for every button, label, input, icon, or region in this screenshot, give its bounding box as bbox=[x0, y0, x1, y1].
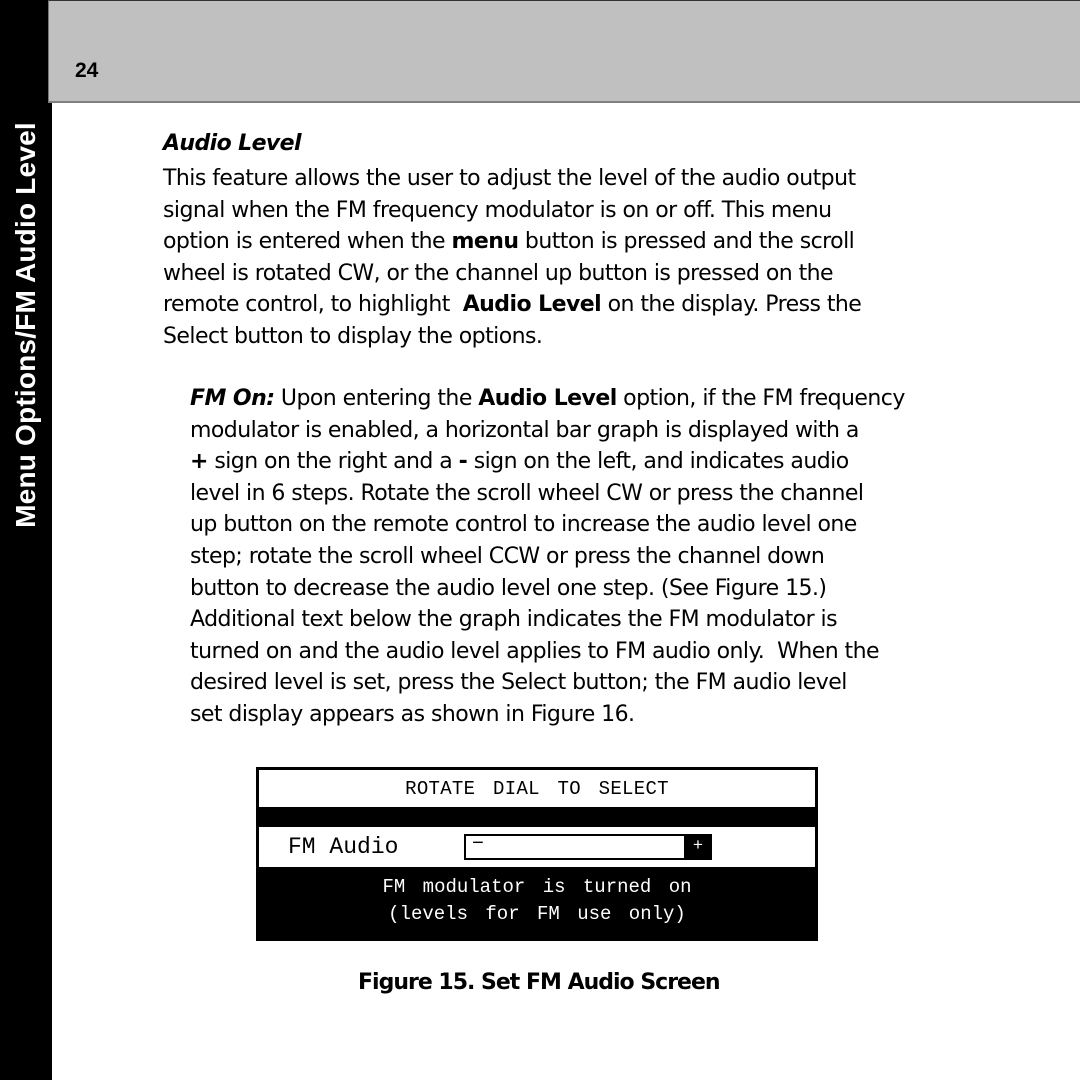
text-run: signal when the FM frequency modulator i… bbox=[163, 197, 832, 223]
text-run: modulator is enabled, a horizontal bar g… bbox=[190, 417, 859, 443]
section-title: Audio Level bbox=[163, 131, 302, 156]
text-run: button is pressed and the scroll bbox=[518, 229, 855, 255]
lcd-status: FM modulator is turned on (levels for FM… bbox=[256, 874, 818, 928]
text-line: option is entered when the menu button i… bbox=[163, 226, 963, 258]
text-line: step; rotate the scroll wheel CCW or pre… bbox=[190, 541, 985, 573]
text-line: FM On: Upon entering the Audio Level opt… bbox=[190, 383, 985, 415]
bold-term: menu bbox=[451, 229, 519, 255]
text-line: button to decrease the audio level one s… bbox=[190, 573, 985, 605]
text-run: option, if the FM frequency bbox=[616, 386, 905, 411]
audio-level-track: − bbox=[466, 833, 684, 858]
text-run: remote control, to highlight bbox=[163, 292, 463, 318]
lcd-status-line-1: FM modulator is turned on bbox=[382, 876, 692, 898]
text-line: desired level is set, press the Select b… bbox=[190, 667, 985, 699]
text-run: Upon entering the bbox=[274, 386, 479, 411]
bold-term: + bbox=[190, 449, 208, 475]
page-number: 24 bbox=[75, 59, 99, 82]
text-run: desired level is set, press the Select b… bbox=[190, 670, 847, 696]
text-line: Select button to display the options. bbox=[163, 321, 963, 353]
text-run: button to decrease the audio level one s… bbox=[190, 575, 827, 601]
text-run: Select button to display the options. bbox=[163, 323, 543, 349]
text-line: up button on the remote control to incre… bbox=[190, 509, 985, 541]
plus-icon: + bbox=[692, 837, 704, 856]
text-run: level in 6 steps. Rotate the scroll whee… bbox=[190, 480, 864, 506]
text-run: This feature allows the user to adjust t… bbox=[163, 166, 856, 191]
bold-italic-term: FM On: bbox=[190, 386, 275, 411]
text-run: Additional text below the graph indicate… bbox=[190, 607, 838, 633]
text-line: turned on and the audio level applies to… bbox=[190, 636, 985, 668]
lcd-status-line-2: (levels for FM use only) bbox=[388, 903, 686, 925]
text-run: option is entered when the bbox=[163, 229, 452, 255]
side-tab-label: Menu Options/FM Audio Level bbox=[10, 122, 41, 528]
text-line: + sign on the right and a - sign on the … bbox=[190, 446, 985, 478]
bold-term: Audio Level bbox=[478, 386, 617, 411]
text-run: sign on the left, and indicates audio bbox=[467, 449, 849, 475]
lcd-fm-audio-row: FM Audio − + bbox=[259, 827, 815, 867]
bold-term: Audio Level bbox=[462, 292, 602, 318]
text-line: Additional text below the graph indicate… bbox=[190, 604, 985, 636]
lcd-fm-audio-label: FM Audio bbox=[288, 834, 399, 860]
lcd-screen-figure: ROTATE DIAL TO SELECT FM Audio − + FM mo… bbox=[256, 767, 818, 941]
text-line: This feature allows the user to adjust t… bbox=[163, 163, 963, 195]
text-line: remote control, to highlight Audio Level… bbox=[163, 289, 963, 321]
fm-on-paragraph: FM On: Upon entering the Audio Level opt… bbox=[190, 383, 985, 731]
text-run: up button on the remote control to incre… bbox=[190, 512, 857, 538]
text-run: step; rotate the scroll wheel CCW or pre… bbox=[190, 543, 825, 569]
text-run: on the display. Press the bbox=[601, 292, 862, 318]
text-run: sign on the right and a bbox=[207, 449, 459, 475]
text-run: set display appears as shown in Figure 1… bbox=[190, 701, 635, 727]
minus-icon: − bbox=[472, 833, 485, 856]
text-line: level in 6 steps. Rotate the scroll whee… bbox=[190, 478, 985, 510]
text-run: turned on and the audio level applies to… bbox=[190, 638, 880, 664]
text-line: wheel is rotated CW, or the channel up b… bbox=[163, 258, 963, 290]
figure-caption: Figure 15. Set FM Audio Screen bbox=[358, 970, 721, 995]
header-band bbox=[48, 0, 1080, 103]
text-line: signal when the FM frequency modulator i… bbox=[163, 195, 963, 227]
lcd-header: ROTATE DIAL TO SELECT bbox=[259, 770, 815, 807]
audio-level-bar: − + bbox=[464, 833, 712, 860]
text-line: set display appears as shown in Figure 1… bbox=[190, 699, 985, 731]
side-tab: Menu Options/FM Audio Level bbox=[0, 0, 52, 1080]
bold-term: - bbox=[458, 449, 468, 475]
text-run: wheel is rotated CW, or the channel up b… bbox=[163, 260, 834, 286]
text-line: modulator is enabled, a horizontal bar g… bbox=[190, 415, 985, 447]
intro-paragraph: This feature allows the user to adjust t… bbox=[163, 163, 963, 353]
